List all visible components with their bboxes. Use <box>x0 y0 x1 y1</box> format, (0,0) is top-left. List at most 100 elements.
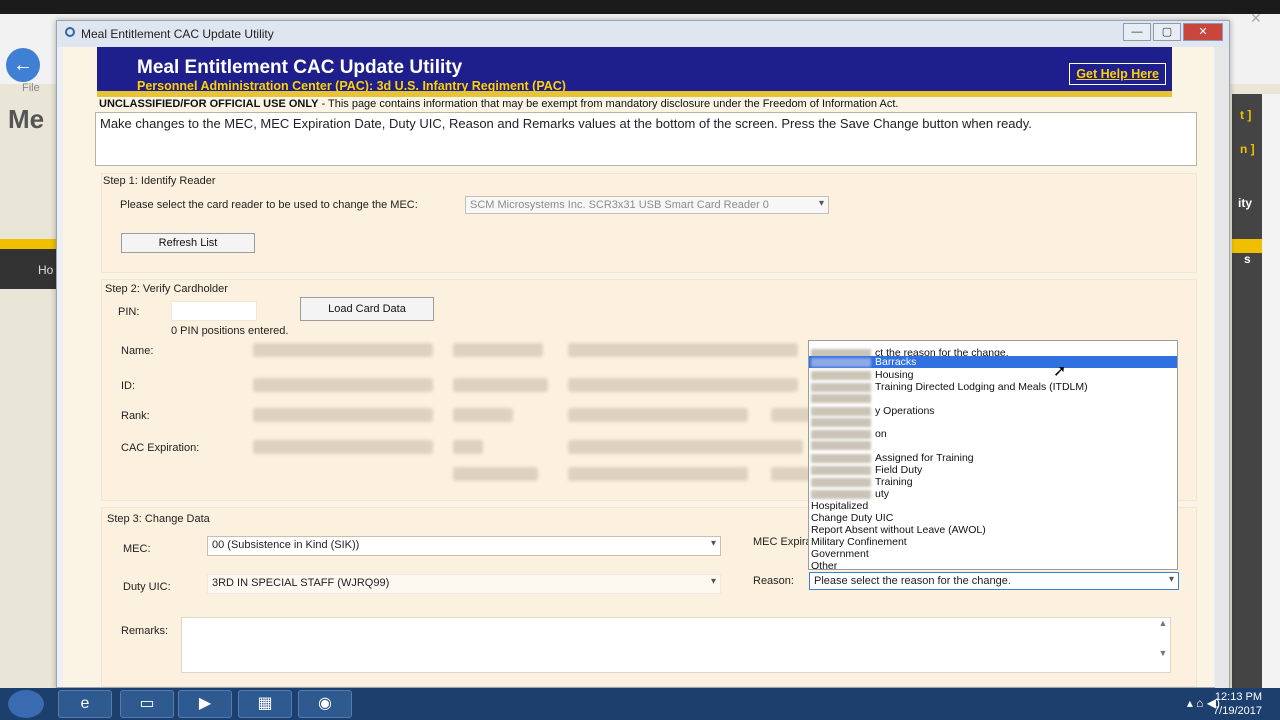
background-accent-strip <box>0 239 60 249</box>
browser-scrollbar[interactable] <box>1262 94 1280 694</box>
cac-expiration-value <box>253 440 433 454</box>
reason-option-label: Barracks <box>875 356 917 368</box>
reason-option[interactable]: Military Confinement <box>809 536 1177 548</box>
reason-option[interactable] <box>809 416 1177 428</box>
file-menu[interactable]: File <box>22 82 40 94</box>
mec-info-value <box>568 440 803 454</box>
network-taskbar-icon[interactable]: ◉ <box>298 690 352 718</box>
pay-plan-label <box>453 408 513 422</box>
app-icon <box>65 27 75 37</box>
redacted-text <box>811 477 871 487</box>
pay-plan-value <box>568 408 748 422</box>
date-info-label <box>771 467 811 481</box>
redacted-text <box>811 489 871 499</box>
id-label: ID: <box>121 380 136 392</box>
back-arrow-icon[interactable]: ← <box>6 48 40 82</box>
redacted-text <box>811 357 871 367</box>
window-titlebar[interactable]: Meal Entitlement CAC Update Utility — ▢ … <box>57 21 1229 47</box>
id-value <box>253 378 433 392</box>
reason-option[interactable]: Change Duty UIC <box>809 512 1177 524</box>
background-right-accent <box>1232 239 1262 253</box>
personnel-category-label <box>453 378 548 392</box>
pin-input[interactable] <box>171 301 257 321</box>
reason-option[interactable]: Hospitalized <box>809 500 1177 512</box>
redacted-text <box>811 453 871 463</box>
reason-label: Reason: <box>753 575 794 587</box>
background-nav-item[interactable]: Ho <box>0 249 60 289</box>
minimize-icon[interactable]: — <box>1123 23 1151 41</box>
reason-option-label: Housing <box>875 369 914 381</box>
background-right-panel: t ] n ] ity s <box>1232 94 1262 694</box>
header-banner: Meal Entitlement CAC Update Utility Pers… <box>97 47 1172 93</box>
reason-option[interactable]: Field Duty <box>809 464 1177 476</box>
reason-option[interactable]: Report Absent without Leave (AWOL) <box>809 524 1177 536</box>
reason-option[interactable]: Barracks <box>809 356 1177 368</box>
classification-notice: UNCLASSIFIED/FOR OFFICIAL USE ONLY - Thi… <box>99 98 898 110</box>
rank-value <box>253 408 433 422</box>
duty-uic-select[interactable]: 3RD IN SPECIAL STAFF (WJRQ99) <box>207 574 721 594</box>
clock[interactable]: 12:13 PM 7/19/2017 <box>1213 690 1262 718</box>
instructions-box: Make changes to the MEC, MEC Expiration … <box>95 112 1197 166</box>
mouse-cursor-icon: ➚ <box>1053 363 1067 380</box>
remarks-textarea[interactable]: ▲ ▼ <box>181 617 1171 673</box>
right-fragment-2: n ] <box>1240 142 1255 156</box>
background-brand-text: Me <box>8 104 45 134</box>
redacted-text <box>811 382 871 392</box>
reason-option[interactable] <box>809 392 1177 404</box>
reason-option[interactable] <box>809 439 1177 451</box>
start-button[interactable] <box>8 690 44 718</box>
mec-expiration-info-value <box>568 467 748 481</box>
redacted-text <box>811 370 871 380</box>
clock-date: 7/19/2017 <box>1213 705 1262 717</box>
ie-taskbar-icon[interactable]: e <box>58 690 112 718</box>
reason-option-label: Report Absent without Leave (AWOL) <box>811 524 986 536</box>
redacted-text <box>811 406 871 416</box>
card-reader-select[interactable]: SCM Microsystems Inc. SCR3x31 USB Smart … <box>465 196 829 214</box>
step3-label: Step 3: Change Data <box>107 513 210 525</box>
classification-label: UNCLASSIFIED/FOR OFFICIAL USE ONLY <box>99 98 319 110</box>
reason-option[interactable]: uty <box>809 488 1177 500</box>
reason-option[interactable]: Training <box>809 476 1177 488</box>
refresh-list-button[interactable]: Refresh List <box>121 233 255 253</box>
mec-label: MEC: <box>123 543 151 555</box>
right-fragment-4: s <box>1244 252 1251 266</box>
maximize-icon[interactable]: ▢ <box>1153 23 1181 41</box>
folder-taskbar-icon[interactable]: ▭ <box>120 690 174 718</box>
app-window: Meal Entitlement CAC Update Utility — ▢ … <box>56 20 1230 689</box>
reason-option[interactable]: Assigned for Training <box>809 452 1177 464</box>
remarks-scrollbar[interactable]: ▲ ▼ <box>1156 618 1170 672</box>
personnel-category-value <box>568 378 798 392</box>
reason-option-label: Other <box>811 560 838 572</box>
help-link[interactable]: Get Help Here <box>1069 63 1166 85</box>
name-value <box>253 343 433 357</box>
mec-expiration-info-label <box>453 467 538 481</box>
reason-select[interactable]: Please select the reason for the change. <box>809 572 1179 590</box>
redacted-text <box>811 429 871 439</box>
media-taskbar-icon[interactable]: ▶ <box>178 690 232 718</box>
banner-accent <box>97 91 1172 97</box>
reason-option-label: Training <box>875 476 913 488</box>
pay-grade-label <box>771 408 811 422</box>
mec-info-label <box>453 440 483 454</box>
window-title: Meal Entitlement CAC Update Utility <box>81 27 274 41</box>
window-controls: — ▢ ✕ <box>1123 23 1223 41</box>
taskbar: e ▭ ▶ ▦ ◉ ▴ ⌂ ◀) 12:13 PM 7/19/2017 <box>0 688 1280 720</box>
load-card-data-button[interactable]: Load Card Data <box>300 297 434 321</box>
classification-text: - This page contains information that ma… <box>318 98 899 110</box>
step2-label: Step 2: Verify Cardholder <box>105 283 228 295</box>
branch-label <box>453 343 543 357</box>
reason-option-label: Military Confinement <box>811 536 907 548</box>
reason-option[interactable]: Other <box>809 560 1177 572</box>
app-taskbar-icon[interactable]: ▦ <box>238 690 292 718</box>
reason-dropdown-list: ct the reason for the change. Barracks Hou… <box>808 340 1178 572</box>
reason-option-label: Assigned for Training <box>875 452 974 464</box>
window-scrollbar[interactable] <box>1215 47 1229 689</box>
mec-select[interactable]: 00 (Subsistence in Kind (SIK)) <box>207 536 721 556</box>
branch-value <box>568 343 798 357</box>
browser-close-icon[interactable]: ✕ <box>1250 10 1262 27</box>
close-icon[interactable]: ✕ <box>1183 23 1223 41</box>
duty-uic-label: Duty UIC: <box>123 581 171 593</box>
reason-option[interactable]: Housing <box>809 369 1177 381</box>
pin-status: 0 PIN positions entered. <box>171 325 289 337</box>
reason-option[interactable]: Government <box>809 548 1177 560</box>
